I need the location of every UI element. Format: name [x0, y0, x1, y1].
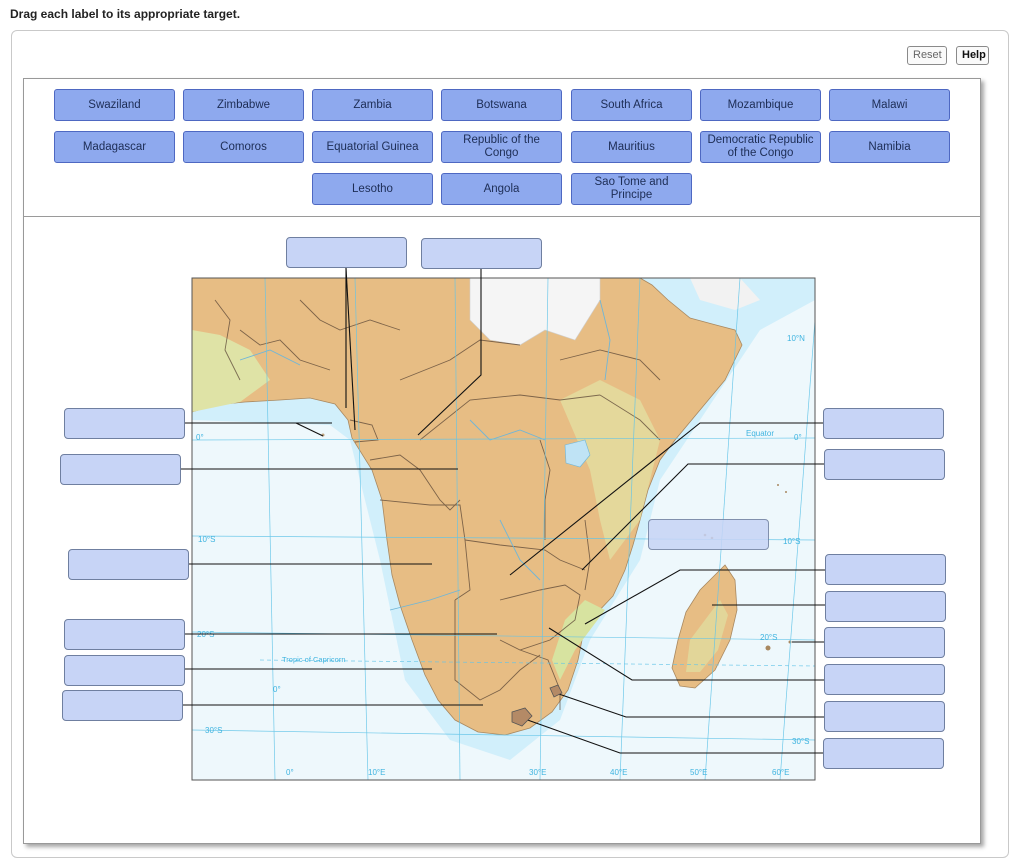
drop-target[interactable]	[825, 591, 946, 622]
lat-10s-left-label: 10°S	[198, 535, 215, 544]
drop-target[interactable]	[824, 701, 945, 732]
tropic-label: Tropic of Capricorn	[282, 655, 346, 664]
drop-target[interactable]	[825, 554, 946, 585]
drop-target[interactable]	[824, 449, 945, 480]
lon-0-mid-label: 0°	[273, 685, 281, 694]
equator-deg-right-label: 0°	[794, 433, 802, 442]
equator-deg-left-label: 0°	[196, 433, 204, 442]
lat-30s-left-label: 30°S	[205, 726, 222, 735]
drop-target[interactable]	[421, 238, 542, 269]
lon-40e-label: 40°E	[610, 768, 627, 777]
lon-50e-label: 50°E	[690, 768, 707, 777]
drop-target[interactable]	[824, 664, 945, 695]
drop-target[interactable]	[648, 519, 769, 550]
lat-30s-right-label: 30°S	[792, 737, 809, 746]
drop-target[interactable]	[64, 655, 185, 686]
lon-30e-label: 30°E	[529, 768, 546, 777]
drop-target[interactable]	[64, 408, 185, 439]
equator-label: Equator	[746, 429, 774, 438]
lat-10s-right-label: 10°S	[783, 537, 800, 546]
lon-0-label: 0°	[286, 768, 294, 777]
lat-20s-right-label: 20°S	[760, 633, 777, 642]
drop-target[interactable]	[64, 619, 185, 650]
lat-10n-label: 10°N	[787, 334, 805, 343]
lon-60e-label: 60°E	[772, 768, 789, 777]
lon-10e-label: 10°E	[368, 768, 385, 777]
drop-target[interactable]	[286, 237, 407, 268]
drop-target[interactable]	[823, 408, 944, 439]
drop-target[interactable]	[824, 627, 945, 658]
drop-target[interactable]	[68, 549, 189, 580]
drop-target[interactable]	[62, 690, 183, 721]
drop-target[interactable]	[823, 738, 944, 769]
drop-target[interactable]	[60, 454, 181, 485]
